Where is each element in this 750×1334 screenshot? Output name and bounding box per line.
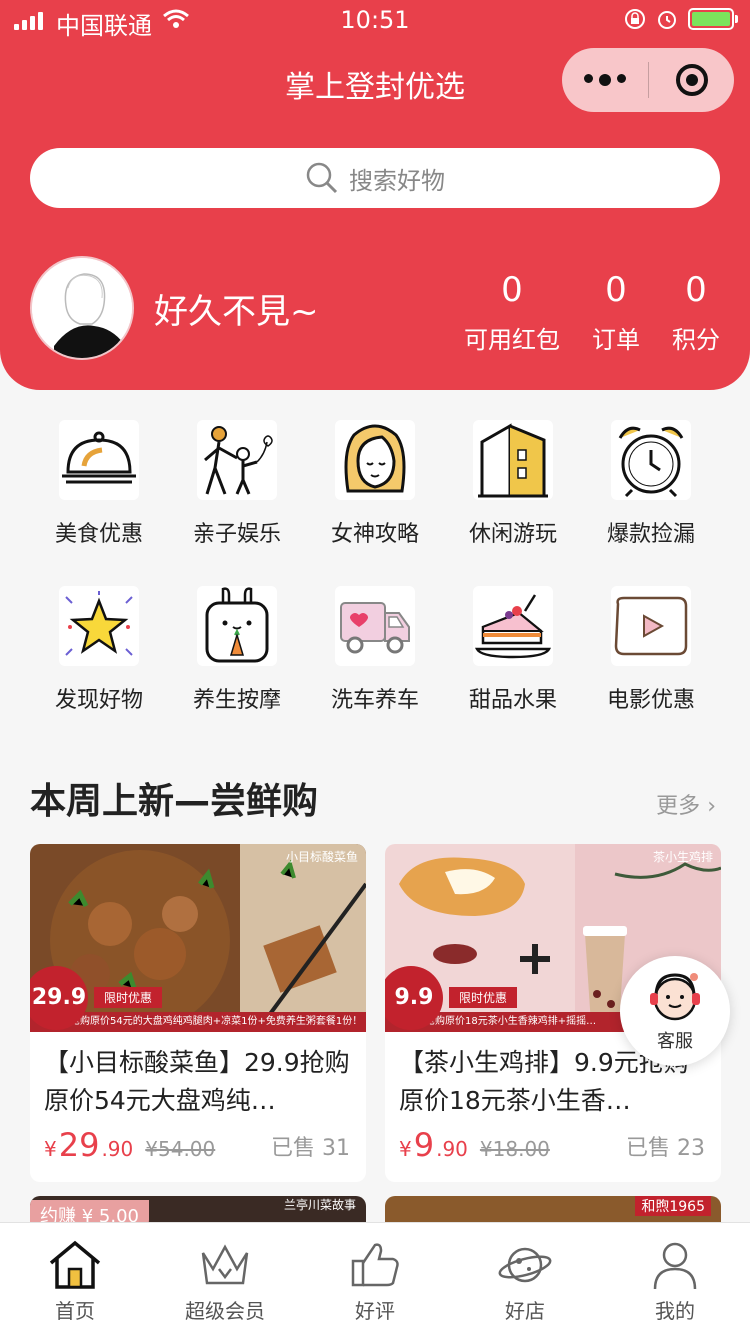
parent-child-icon <box>197 420 277 500</box>
product-card[interactable]: 小目标酸菜鱼 抢购原价54元的大盘鸡纯鸡腿肉+凉菜1份+免费养生粥套餐1份！ 限… <box>30 844 366 1182</box>
price-integer: 29 <box>58 1126 100 1164</box>
stat-label: 订单 <box>592 326 640 354</box>
thumbs-up-icon <box>351 1243 399 1287</box>
limit-label: 限时优惠 <box>449 987 518 1008</box>
star-icon <box>59 586 139 666</box>
battery-icon <box>688 8 738 30</box>
more-link[interactable]: 更多 › <box>656 788 716 820</box>
category-food[interactable]: 美食优惠 <box>30 420 168 548</box>
product-name: 【小目标酸菜鱼】29.9抢购原价54元大盘鸡纯… <box>44 1048 350 1115</box>
category-label: 亲子娱乐 <box>192 522 281 547</box>
sold-count: 已售 23 <box>626 1136 705 1161</box>
planet-icon <box>498 1247 552 1283</box>
lock-rotation-icon <box>625 9 645 29</box>
category-hot-deals[interactable]: 爆款捡漏 <box>582 420 720 548</box>
category-goddess[interactable]: 女神攻略 <box>306 420 444 548</box>
product-price: ¥ 29 .90 ¥54.00 <box>44 1126 215 1164</box>
category-car-wash[interactable]: 洗车养车 <box>306 586 444 714</box>
search-placeholder: 搜索好物 <box>349 166 445 195</box>
customer-service-button[interactable]: 客服 <box>620 956 730 1066</box>
price-decimal: .90 <box>101 1137 134 1161</box>
alarm-clock-icon <box>611 420 691 500</box>
woman-face-icon <box>335 420 415 500</box>
stat-label: 可用红包 <box>464 326 560 354</box>
image-tag: 和煦1965 <box>635 1196 711 1216</box>
category-label: 女神攻略 <box>330 522 419 547</box>
stat-points[interactable]: 0 积分 <box>672 268 720 355</box>
original-price: ¥54.00 <box>145 1137 216 1161</box>
tab-super-member[interactable]: 超级会员 <box>150 1223 300 1334</box>
system-icons <box>624 8 738 30</box>
category-label: 电影优惠 <box>606 688 695 713</box>
tab-good-stores[interactable]: 好店 <box>450 1223 600 1334</box>
category-leisure[interactable]: 休闲游玩 <box>444 420 582 548</box>
price-symbol: ¥ <box>399 1137 412 1161</box>
more-menu-icon[interactable] <box>562 74 648 86</box>
section-title: 本周上新—尝鲜购 <box>30 781 319 822</box>
price-integer: 9 <box>413 1126 435 1164</box>
headset-agent-icon <box>650 973 700 1021</box>
category-movie[interactable]: 电影优惠 <box>582 586 720 714</box>
home-icon <box>49 1240 101 1289</box>
category-label: 休闲游玩 <box>468 522 557 547</box>
category-massage[interactable]: 养生按摩 <box>168 586 306 714</box>
alarm-icon <box>658 11 676 29</box>
play-icon <box>611 586 691 666</box>
user-stats: 0 可用红包 0 订单 0 积分 <box>464 268 720 355</box>
category-label: 养生按摩 <box>192 688 281 713</box>
category-parent-child[interactable]: 亲子娱乐 <box>168 420 306 548</box>
user-icon <box>653 1242 697 1290</box>
tab-label: 首页 <box>55 1299 95 1323</box>
stat-orders[interactable]: 0 订单 <box>592 268 640 355</box>
stat-red-packets[interactable]: 0 可用红包 <box>464 268 560 355</box>
search-icon <box>306 162 338 194</box>
stat-label: 积分 <box>672 326 720 354</box>
category-label: 甜品水果 <box>468 688 557 713</box>
mini-program-capsule <box>562 48 734 112</box>
rabbit-icon <box>197 586 277 666</box>
close-target-icon[interactable] <box>649 62 734 98</box>
search-bar[interactable]: 搜索好物 <box>30 148 720 208</box>
image-tag: 小目标酸菜鱼 <box>285 850 358 864</box>
category-label: 发现好物 <box>54 688 143 713</box>
tab-home[interactable]: 首页 <box>0 1223 150 1334</box>
category-label: 洗车养车 <box>330 688 419 713</box>
avatar[interactable] <box>30 256 134 360</box>
category-grid: 美食优惠 亲子娱乐 女神攻略 休闲游玩 爆款捡漏 发现好物 养生按摩 洗车养车 … <box>30 420 720 714</box>
product-price: ¥ 9 .90 ¥18.00 <box>399 1126 550 1164</box>
crown-icon <box>201 1244 249 1285</box>
product-image[interactable]: 小目标酸菜鱼 抢购原价54元的大盘鸡纯鸡腿肉+凉菜1份+免费养生粥套餐1份！ 限… <box>30 844 366 1032</box>
customer-service-label: 客服 <box>657 1031 693 1052</box>
building-icon <box>473 420 553 500</box>
greeting-text: 好久不見~ <box>154 291 319 332</box>
category-label: 美食优惠 <box>54 522 143 547</box>
cake-icon <box>473 586 553 666</box>
tab-label: 我的 <box>655 1299 695 1323</box>
tab-label: 好评 <box>355 1299 395 1323</box>
truck-icon <box>335 586 415 666</box>
food-cloche-icon <box>59 420 139 500</box>
price-decimal: .90 <box>436 1137 468 1161</box>
category-label: 爆款捡漏 <box>606 522 695 547</box>
tab-reviews[interactable]: 好评 <box>300 1223 450 1334</box>
stat-value: 0 <box>685 270 707 310</box>
category-discover[interactable]: 发现好物 <box>30 586 168 714</box>
stat-value: 0 <box>605 270 627 310</box>
more-label: 更多 <box>656 794 701 819</box>
tab-label: 好店 <box>505 1299 545 1323</box>
user-profile[interactable]: 好久不見~ <box>30 256 319 360</box>
tab-mine[interactable]: 我的 <box>600 1223 750 1334</box>
image-tag: 茶小生鸡排 <box>652 850 713 864</box>
price-symbol: ¥ <box>44 1137 57 1161</box>
image-tag: 兰亭川菜故事 <box>283 1198 356 1212</box>
sold-count: 已售 31 <box>271 1136 350 1161</box>
tab-label: 超级会员 <box>185 1299 265 1323</box>
category-dessert[interactable]: 甜品水果 <box>444 586 582 714</box>
chevron-right-icon: › <box>707 794 716 819</box>
original-price: ¥18.00 <box>479 1137 550 1161</box>
limit-label: 限时优惠 <box>94 987 163 1008</box>
tab-bar: 首页 超级会员 好评 好店 我的 <box>0 1222 750 1334</box>
stat-value: 0 <box>501 270 523 310</box>
status-bar: 中国联通 10:51 <box>0 0 750 40</box>
